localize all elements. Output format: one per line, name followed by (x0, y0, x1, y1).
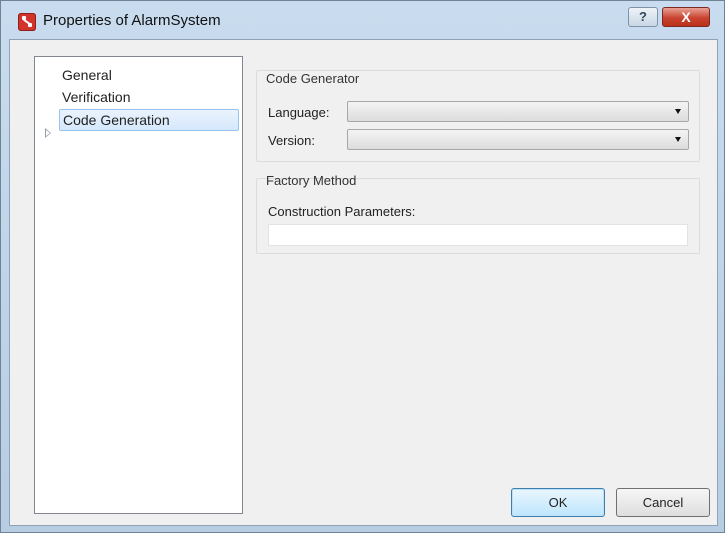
window-title: Properties of AlarmSystem (43, 12, 221, 29)
title-bar[interactable]: Properties of AlarmSystem ? X (1, 1, 724, 39)
properties-dialog: Properties of AlarmSystem ? X General Ve… (0, 0, 725, 533)
language-label: Language: (268, 105, 330, 120)
app-icon (18, 13, 36, 31)
nav-item-label: General (62, 67, 112, 83)
factory-method-title: Factory Method (266, 173, 357, 188)
nav-item-verification[interactable]: Verification (59, 87, 133, 109)
nav-item-label: Verification (62, 89, 131, 105)
version-label: Version: (268, 133, 315, 148)
close-button[interactable]: X (662, 7, 710, 27)
help-icon: ? (639, 9, 647, 24)
construction-parameters-label: Construction Parameters: (268, 204, 416, 219)
close-icon: X (681, 9, 691, 25)
cancel-button[interactable]: Cancel (616, 488, 710, 517)
ok-button[interactable]: OK (511, 488, 605, 517)
help-button[interactable]: ? (628, 7, 658, 27)
property-page-tree[interactable]: General Verification Code Generation (34, 56, 243, 514)
nav-item-code-generation[interactable]: Code Generation (59, 109, 239, 131)
expander-triangle-icon[interactable] (45, 128, 51, 138)
nav-item-general[interactable]: General (59, 65, 115, 87)
dropdown-arrow-icon (675, 109, 681, 114)
dialog-body: General Verification Code Generation Cod… (9, 39, 718, 526)
construction-parameters-input[interactable] (268, 224, 688, 246)
nav-item-label: Code Generation (63, 112, 170, 128)
code-generator-title: Code Generator (266, 71, 360, 86)
language-select[interactable] (347, 101, 689, 122)
version-select[interactable] (347, 129, 689, 150)
dropdown-arrow-icon (675, 137, 681, 142)
